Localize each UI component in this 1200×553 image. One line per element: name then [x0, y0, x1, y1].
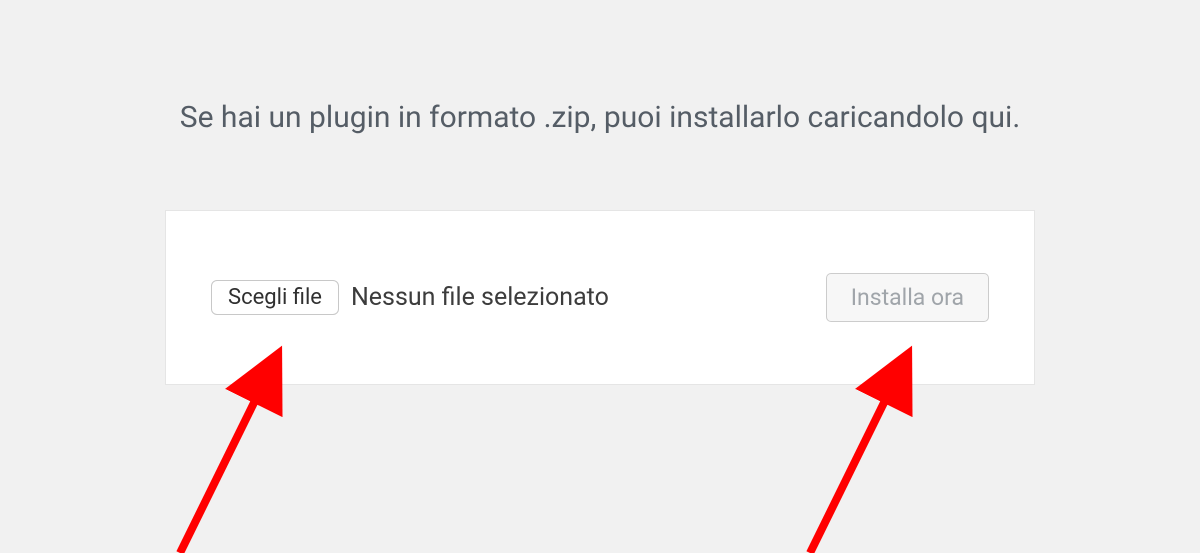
arrow-annotation-icon — [810, 360, 905, 553]
upload-description: Se hai un plugin in formato .zip, puoi i… — [0, 100, 1200, 135]
choose-file-button[interactable]: Scegli file — [211, 280, 339, 315]
upload-panel: Scegli file Nessun file selezionato Inst… — [165, 210, 1035, 385]
file-input-group: Scegli file Nessun file selezionato — [211, 280, 609, 315]
plugin-upload-section: Se hai un plugin in formato .zip, puoi i… — [0, 0, 1200, 385]
install-now-button[interactable]: Installa ora — [826, 273, 989, 322]
file-status-text: Nessun file selezionato — [351, 283, 609, 312]
arrow-annotation-icon — [180, 360, 275, 553]
